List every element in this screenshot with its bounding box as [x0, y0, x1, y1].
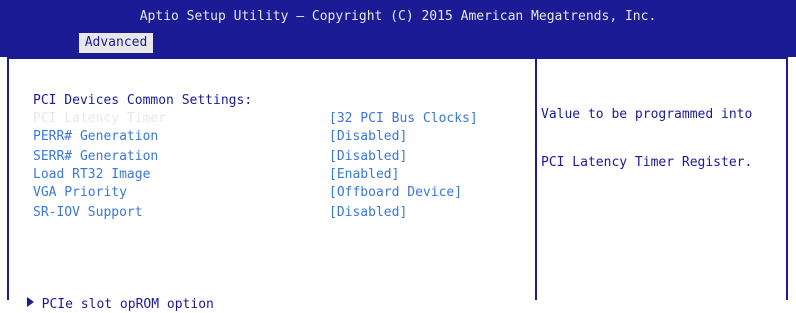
- setting-pci-latency-timer[interactable]: PCI Latency Timer [32 PCI Bus Clocks]: [0, 111, 530, 127]
- setting-value[interactable]: [Disabled]: [329, 129, 407, 145]
- setting-vga-priority[interactable]: VGA Priority [Offboard Device]: [0, 185, 530, 201]
- setting-label: VGA Priority: [33, 185, 127, 200]
- setting-label: SERR# Generation: [33, 149, 159, 164]
- help-line: PCI Latency Timer Register.: [541, 155, 753, 170]
- setting-label: Load RT32 Image: [33, 167, 151, 182]
- section-title: PCI Devices Common Settings:: [33, 93, 253, 108]
- setting-load-rt32-image[interactable]: Load RT32 Image [Enabled]: [0, 167, 530, 183]
- setting-value[interactable]: [Enabled]: [329, 167, 399, 183]
- setting-serr-generation[interactable]: SERR# Generation [Disabled]: [0, 149, 530, 165]
- setting-label: PCI Latency Timer: [33, 111, 167, 126]
- setting-label: SR-IOV Support: [33, 205, 143, 220]
- setting-value[interactable]: [32 PCI Bus Clocks]: [329, 111, 478, 127]
- submenu-pcie-slot-oprom-option[interactable]: PCIe slot opROM option: [11, 281, 214, 313]
- tab-advanced[interactable]: Advanced: [79, 33, 153, 53]
- setting-perr-generation[interactable]: PERR# Generation [Disabled]: [0, 129, 530, 145]
- header-bar: Aptio Setup Utility – Copyright (C) 2015…: [0, 0, 796, 57]
- help-line: Value to be programmed into: [541, 107, 753, 122]
- setting-value[interactable]: [Disabled]: [329, 205, 407, 221]
- setting-sr-iov-support[interactable]: SR-IOV Support [Disabled]: [0, 205, 530, 221]
- setting-value[interactable]: [Disabled]: [329, 149, 407, 165]
- setting-value[interactable]: [Offboard Device]: [329, 185, 462, 201]
- help-panel: Value to be programmed into PCI Latency …: [541, 75, 781, 187]
- setting-label: PERR# Generation: [33, 129, 159, 144]
- submenu-label: PCIe slot opROM option: [41, 297, 214, 312]
- help-divider: [535, 57, 537, 300]
- right-triangle-icon: [26, 297, 34, 307]
- app-title: Aptio Setup Utility – Copyright (C) 2015…: [139, 9, 657, 24]
